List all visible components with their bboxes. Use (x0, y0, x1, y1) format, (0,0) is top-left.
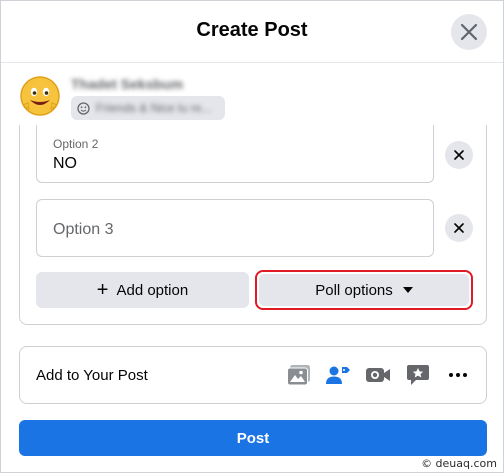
poll-card: Option 2 NO Option 3 + Add option Poll o… (19, 125, 487, 325)
close-icon (460, 23, 478, 41)
poll-option-2-field[interactable]: Option 2 NO (36, 125, 434, 183)
emoji-icon (77, 101, 90, 115)
dialog-title: Create Post (196, 19, 308, 41)
user-row: Thadet Seksbum Friends & Nice lu re... (19, 73, 319, 123)
close-button[interactable] (451, 14, 487, 50)
photo-video-button[interactable] (286, 362, 312, 388)
photo-video-icon (287, 365, 310, 386)
feeling-activity-icon (407, 365, 429, 385)
remove-option-3-button[interactable] (445, 214, 473, 242)
poll-option-2-label: Option 2 (53, 137, 99, 151)
avatar (20, 76, 60, 116)
close-icon (454, 150, 464, 160)
poll-options-label: Poll options (315, 281, 393, 299)
close-icon (454, 223, 464, 233)
poll-option-2-value[interactable]: NO (53, 155, 77, 173)
tag-people-icon (326, 366, 350, 384)
poll-option-3-field[interactable]: Option 3 (36, 199, 434, 257)
more-options-button[interactable] (445, 362, 471, 388)
watermark: © deuaq.com (421, 457, 497, 470)
dialog-header: Create Post (1, 1, 503, 63)
feeling-activity-button[interactable] (405, 362, 431, 388)
poll-option-3-placeholder[interactable]: Option 3 (53, 221, 113, 239)
post-button[interactable]: Post (19, 420, 487, 456)
add-to-post-bar: Add to Your Post (19, 346, 487, 404)
live-video-button[interactable] (365, 362, 391, 388)
remove-option-2-button[interactable] (445, 141, 473, 169)
add-option-button[interactable]: + Add option (36, 272, 249, 308)
live-video-icon (366, 368, 390, 382)
audience-label: Friends & Nice lu re... (96, 101, 212, 115)
poll-options-button[interactable]: Poll options (259, 274, 469, 306)
tag-people-button[interactable] (325, 362, 351, 388)
caret-down-icon (402, 287, 413, 293)
audience-selector[interactable]: Friends & Nice lu re... (71, 96, 225, 120)
poll-options-highlight: Poll options (255, 270, 473, 310)
add-to-post-label: Add to Your Post (36, 367, 148, 384)
more-icon (449, 373, 467, 377)
user-name[interactable]: Thadet Seksbum (71, 76, 183, 92)
plus-icon: + (96, 279, 109, 301)
add-option-label: Add option (116, 281, 189, 299)
create-post-dialog: Create Post Thadet Seksbum Friends & Nic… (0, 0, 504, 473)
